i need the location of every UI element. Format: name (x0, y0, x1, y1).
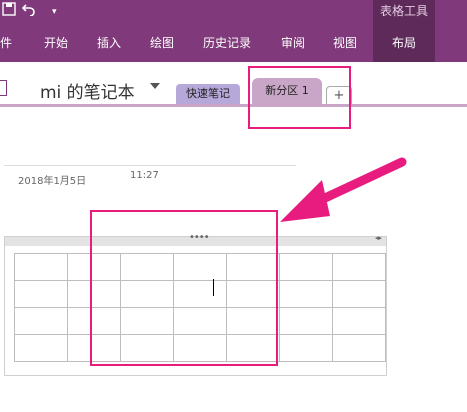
table-tools-title: 表格工具 (379, 4, 428, 18)
highlight-box-section-tab (248, 66, 351, 129)
table-cell[interactable] (14, 334, 68, 362)
resize-arrows-icon[interactable]: ◂▸ (375, 234, 382, 242)
table-cell[interactable] (279, 307, 333, 335)
page-date: 2018年1月5日 (18, 176, 87, 187)
menu-home[interactable]: 开始 (44, 30, 68, 56)
table-cell[interactable] (14, 307, 68, 335)
ribbon: ▾ 件 开始 插入 绘图 历史记录 审阅 视图 表格工具 布局 (0, 0, 467, 62)
notebook-pane-icon[interactable] (0, 80, 7, 96)
menu-file[interactable]: 件 (0, 30, 12, 56)
save-icon[interactable] (2, 2, 16, 22)
table-cell[interactable] (332, 253, 386, 281)
chevron-down-icon[interactable] (150, 83, 160, 89)
tab-layout[interactable]: 布局 (373, 30, 435, 56)
customize-icon[interactable]: ▾ (52, 2, 57, 22)
menu-history[interactable]: 历史记录 (203, 30, 251, 56)
table-cell[interactable] (279, 334, 333, 362)
pointer-arrow (280, 157, 407, 222)
table-cell[interactable] (332, 334, 386, 362)
page-title-line[interactable] (4, 165, 296, 166)
section-tabs-underline (0, 104, 467, 107)
table-cell[interactable] (279, 253, 333, 281)
table-cell[interactable] (279, 280, 333, 308)
notebook-title[interactable]: mi 的笔记本 (40, 78, 135, 103)
page-time: 11:27 (130, 170, 159, 181)
table-cell[interactable] (14, 280, 68, 308)
menu-insert[interactable]: 插入 (97, 30, 121, 56)
table-cell[interactable] (332, 307, 386, 335)
menu-draw[interactable]: 绘图 (150, 30, 174, 56)
menu-view[interactable]: 视图 (333, 30, 357, 56)
table-cell[interactable] (14, 253, 68, 281)
table-tools-group: 表格工具 布局 (373, 0, 435, 62)
menu-review[interactable]: 审阅 (281, 30, 305, 56)
highlight-box-table-column (90, 210, 278, 366)
section-tab-quick-notes[interactable]: 快速笔记 (176, 84, 240, 104)
table-cell[interactable] (332, 280, 386, 308)
undo-icon[interactable] (21, 2, 36, 22)
